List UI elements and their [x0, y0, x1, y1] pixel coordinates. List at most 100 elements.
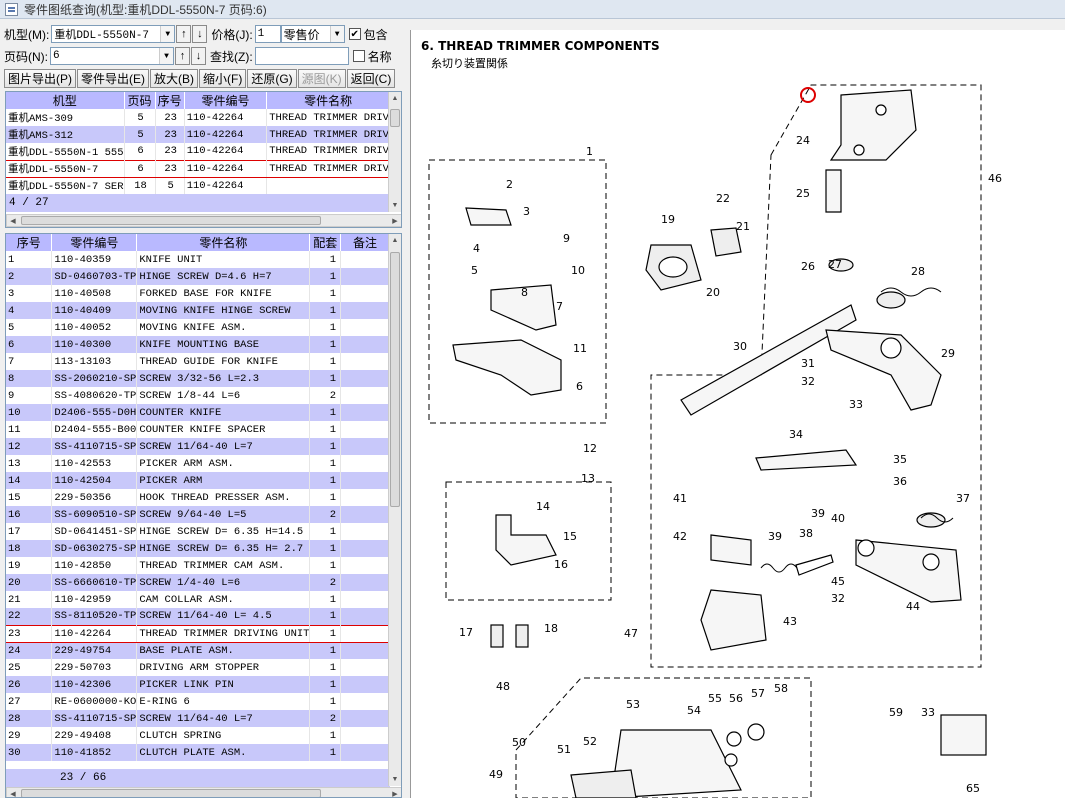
- search-label: 查找(Z):: [210, 49, 253, 64]
- table-row[interactable]: 15 229-50356 HOOK THREAD PRESSER ASM. 1: [6, 489, 390, 506]
- table-row[interactable]: 4 110-40409 MOVING KNIFE HINGE SCREW 1: [6, 302, 390, 319]
- table-row-selected[interactable]: 重机DDL-5550N-7 6 23 110-42264 THREAD TRIMMER …: [6, 159, 390, 178]
- table-row[interactable]: 26 110-42306 PICKER LINK PIN 1: [6, 676, 390, 693]
- scroll-up-icon[interactable]: ▲: [389, 234, 401, 247]
- back-button[interactable]: 返回(C): [346, 69, 396, 88]
- col-header-page[interactable]: 页码: [124, 92, 156, 109]
- cell: 23: [155, 159, 185, 178]
- table-row[interactable]: 重机AMS-312 5 23 110-42264 THREAD TRIMMER DRIV: [6, 126, 390, 143]
- table-row[interactable]: 19 110-42850 THREAD TRIMMER CAM ASM. 1: [6, 557, 390, 574]
- chevron-down-icon[interactable]: ▼: [159, 48, 173, 64]
- parts-drawing-pane[interactable]: 6. THREAD TRIMMER COMPONENTS 糸切り装置関係 1 2…: [410, 30, 1065, 798]
- scroll-down-icon[interactable]: ▼: [389, 199, 401, 212]
- model-up-button[interactable]: ↑: [176, 25, 192, 43]
- parts-vscroll[interactable]: ▲ ▼: [388, 234, 401, 786]
- table-row[interactable]: 重机DDL-5550N-1 555 6 23 110-42264 THREAD TRIM…: [6, 143, 390, 160]
- scroll-thumb[interactable]: [390, 252, 400, 507]
- table-row[interactable]: 重机AMS-309 5 23 110-42264 THREAD TRIMMER DRIV: [6, 109, 390, 126]
- callout-label: 59: [889, 706, 903, 719]
- table-row[interactable]: 17 SD-0641451-SP HINGE SCREW D= 6.35 H=14.…: [6, 523, 390, 540]
- col-header-seq[interactable]: 序号: [155, 92, 185, 109]
- col-header-part-no[interactable]: 零件编号: [51, 234, 138, 251]
- page-down-button[interactable]: ↓: [191, 47, 206, 65]
- parts-diagram: 6. THREAD TRIMMER COMPONENTS 糸切り装置関係 123…: [421, 39, 1002, 798]
- parts-hscroll[interactable]: ◀ ▶: [6, 787, 401, 798]
- table-row[interactable]: 10 D2406-555-D0H COUNTER KNIFE 1: [6, 404, 390, 421]
- model-down-button[interactable]: ↓: [192, 25, 208, 43]
- export-parts-button[interactable]: 零件导出(E): [77, 69, 149, 88]
- cell: HINGE SCREW D= 6.35 H= 2.7: [136, 540, 311, 557]
- col-header-part-no[interactable]: 零件编号: [184, 92, 268, 109]
- zoom-out-button[interactable]: 缩小(F): [199, 69, 247, 88]
- search-input[interactable]: [254, 47, 349, 65]
- table-row[interactable]: 11 D2404-555-B00 COUNTER KNIFE SPACER 1: [6, 421, 390, 438]
- zoom-in-button[interactable]: 放大(B): [150, 69, 198, 88]
- col-header-part-name[interactable]: 零件名称: [136, 234, 311, 251]
- table-row[interactable]: 2 SD-0460703-TP HINGE SCREW D=4.6 H=7 1: [6, 268, 390, 285]
- cell: [340, 472, 390, 489]
- col-header-part-name[interactable]: 零件名称: [266, 92, 390, 109]
- table-row[interactable]: 24 229-49754 BASE PLATE ASM. 1: [6, 642, 390, 659]
- cell: SCREW 9/64-40 L=5: [136, 506, 311, 523]
- table-row[interactable]: 22 SS-8110520-TP SCREW 11/64-40 L= 4.5 1: [6, 608, 390, 625]
- table-row[interactable]: 9 SS-4080620-TP SCREW 1/8-44 L=6 2: [6, 387, 390, 404]
- model-vscroll[interactable]: ▲ ▼: [388, 92, 401, 212]
- scroll-up-icon[interactable]: ▲: [389, 92, 401, 105]
- table-row[interactable]: 25 229-50703 DRIVING ARM STOPPER 1: [6, 659, 390, 676]
- cell: HINGE SCREW D= 6.35 H=14.5: [136, 523, 311, 540]
- table-row[interactable]: 5 110-40052 MOVING KNIFE ASM. 1: [6, 319, 390, 336]
- cell: 1: [309, 302, 342, 319]
- table-row[interactable]: 20 SS-6660610-TP SCREW 1/4-40 L=6 2: [6, 574, 390, 591]
- cell: 1: [309, 353, 342, 370]
- col-header-qty[interactable]: 配套: [309, 234, 342, 251]
- model-combo[interactable]: 重机DDL-5550N-7 ▼: [51, 25, 176, 43]
- parts-grid[interactable]: 序号 零件编号 零件名称 配套 备注 1 110-40359 KNIFE UNIT 1…: [5, 233, 402, 798]
- scroll-thumb[interactable]: [21, 789, 321, 797]
- scroll-down-icon[interactable]: ▼: [389, 773, 401, 786]
- table-row[interactable]: 6 110-40300 KNIFE MOUNTING BASE 1: [6, 336, 390, 353]
- cell: 1: [309, 659, 342, 676]
- scroll-left-icon[interactable]: ◀: [7, 215, 19, 226]
- include-checkbox[interactable]: ✔: [348, 28, 361, 40]
- price-num-field[interactable]: 1: [254, 25, 281, 43]
- table-row[interactable]: 12 SS-4110715-SP SCREW 11/64-40 L=7 1: [6, 438, 390, 455]
- cell: 1: [309, 268, 342, 285]
- table-row[interactable]: 28 SS-4110715-SP SCREW 11/64-40 L=7 2: [6, 710, 390, 727]
- table-row[interactable]: 8 SS-2060210-SP SCREW 3/32-56 L=2.3 1: [6, 370, 390, 387]
- page-up-button[interactable]: ↑: [175, 47, 190, 65]
- source-image-button[interactable]: 源图(K): [297, 69, 346, 88]
- scroll-right-icon[interactable]: ▶: [389, 215, 401, 226]
- export-image-button[interactable]: 图片导出(P): [4, 69, 76, 88]
- table-row[interactable]: 3 110-40508 FORKED BASE FOR KNIFE 1: [6, 285, 390, 302]
- chevron-down-icon[interactable]: ▼: [160, 26, 175, 42]
- col-header-remark[interactable]: 备注: [340, 234, 390, 251]
- table-row[interactable]: 29 229-49408 CLUTCH SPRING 1: [6, 727, 390, 744]
- restore-button[interactable]: 还原(G): [247, 69, 297, 88]
- col-header-model[interactable]: 机型: [6, 92, 125, 109]
- model-grid[interactable]: 机型 页码 序号 零件编号 零件名称 重机AMS-309 5 23 110-42264…: [5, 91, 402, 228]
- col-header-seq[interactable]: 序号: [6, 234, 53, 251]
- table-row-selected[interactable]: 23 110-42264 THREAD TRIMMER DRIVING UNIT 1: [6, 624, 390, 643]
- table-row[interactable]: 1 110-40359 KNIFE UNIT 1: [6, 251, 390, 268]
- cell: 1: [309, 624, 342, 643]
- page-combo[interactable]: 6 ▼: [50, 47, 174, 65]
- scroll-right-icon[interactable]: ▶: [389, 788, 401, 798]
- scroll-thumb[interactable]: [21, 216, 321, 225]
- model-hscroll[interactable]: ◀ ▶: [6, 214, 401, 227]
- name-checkbox[interactable]: [352, 50, 365, 62]
- chevron-down-icon[interactable]: ▼: [329, 26, 344, 42]
- price-type-combo[interactable]: 零售价 ▼: [280, 25, 345, 43]
- cell: 113-13103: [51, 353, 138, 370]
- scroll-thumb[interactable]: [390, 109, 400, 127]
- table-row[interactable]: 重机DDL-5550N-7 SER 18 5 110-42264: [6, 177, 390, 194]
- table-row[interactable]: 30 110-41852 CLUTCH PLATE ASM. 1: [6, 744, 390, 761]
- table-row[interactable]: 18 SD-0630275-SP HINGE SCREW D= 6.35 H= 2.…: [6, 540, 390, 557]
- table-row[interactable]: 21 110-42959 CAM COLLAR ASM. 1: [6, 591, 390, 608]
- table-row[interactable]: 7 113-13103 THREAD GUIDE FOR KNIFE 1: [6, 353, 390, 370]
- table-row[interactable]: 13 110-42553 PICKER ARM ASM. 1: [6, 455, 390, 472]
- table-row[interactable]: 27 RE-0600000-KO E-RING 61: [6, 693, 390, 710]
- table-row[interactable]: 14 110-42504 PICKER ARM 1: [6, 472, 390, 489]
- table-row[interactable]: 16 SS-6090510-SP SCREW 9/64-40 L=5 2: [6, 506, 390, 523]
- page-value: 6: [53, 50, 60, 62]
- scroll-left-icon[interactable]: ◀: [7, 788, 19, 798]
